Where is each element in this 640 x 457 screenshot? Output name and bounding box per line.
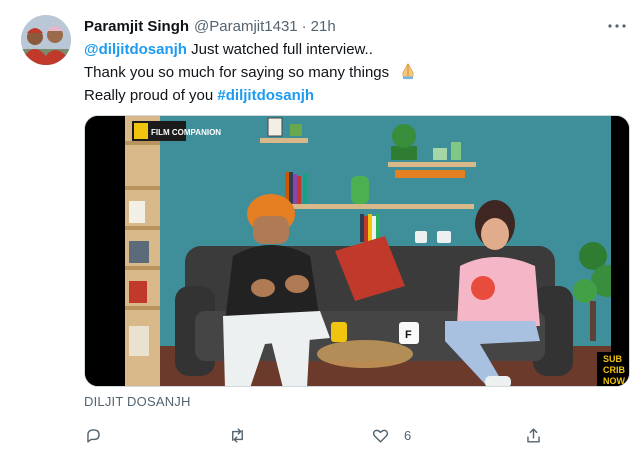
tweet-timestamp[interactable]: 21h xyxy=(311,18,336,35)
like-button[interactable]: 6 xyxy=(371,424,411,446)
video-frame: FILM COMPANION F SUB CRIB NOW xyxy=(85,116,629,386)
author-handle[interactable]: @Paramjit1431 xyxy=(194,18,298,35)
mention-link[interactable]: @diljitdosanjh xyxy=(84,41,187,58)
retweet-button[interactable] xyxy=(228,424,247,446)
hashtag-link[interactable]: #diljitdosanjh xyxy=(217,87,314,104)
tweet-actions: 6 xyxy=(84,424,564,446)
share-icon xyxy=(527,427,540,443)
tweet-text-line-1: @diljitdosanjh Just watched full intervi… xyxy=(84,38,624,61)
tweet[interactable]: Paramjit Singh @Paramjit1431 · 21h @dilj… xyxy=(0,0,640,457)
like-count: 6 xyxy=(404,427,412,443)
tweet-text-line-2: Thank you so much for saying so many thi… xyxy=(84,61,624,84)
reply-icon xyxy=(87,428,100,443)
more-options-icon[interactable] xyxy=(607,17,627,35)
mug-letter: F xyxy=(405,329,412,341)
tweet-text-span: Thank you so much for saying so many thi… xyxy=(84,64,390,81)
reply-button[interactable] xyxy=(84,424,103,446)
subscribe-badge-line-1: SUB xyxy=(603,354,623,364)
tweet-text-span: Just watched full interview.. xyxy=(186,41,373,58)
author-name[interactable]: Paramjit Singh xyxy=(84,18,189,35)
folded-hands-emoji-icon xyxy=(402,63,414,80)
avatar[interactable] xyxy=(21,15,71,65)
tweet-text: @diljitdosanjh Just watched full intervi… xyxy=(84,38,624,107)
share-button[interactable] xyxy=(524,424,543,446)
tweet-header: Paramjit Singh @Paramjit1431 · 21h xyxy=(84,15,336,37)
like-icon xyxy=(372,429,389,443)
tweet-text-span: Really proud of you xyxy=(84,87,218,104)
subscribe-badge-line-3: NOW xyxy=(603,376,626,386)
separator-dot: · xyxy=(301,17,307,35)
tweet-text-line-3: Really proud of you #diljitdosanjh xyxy=(84,84,624,107)
video-thumbnail[interactable]: FILM COMPANION F SUB CRIB NOW xyxy=(84,115,630,387)
video-source-label[interactable]: DILJIT DOSANJH xyxy=(84,394,191,409)
retweet-icon xyxy=(232,427,243,443)
watermark-text: FILM COMPANION xyxy=(151,128,221,137)
subscribe-badge-line-2: CRIB xyxy=(603,365,625,375)
profile-photo-icon xyxy=(21,15,71,65)
